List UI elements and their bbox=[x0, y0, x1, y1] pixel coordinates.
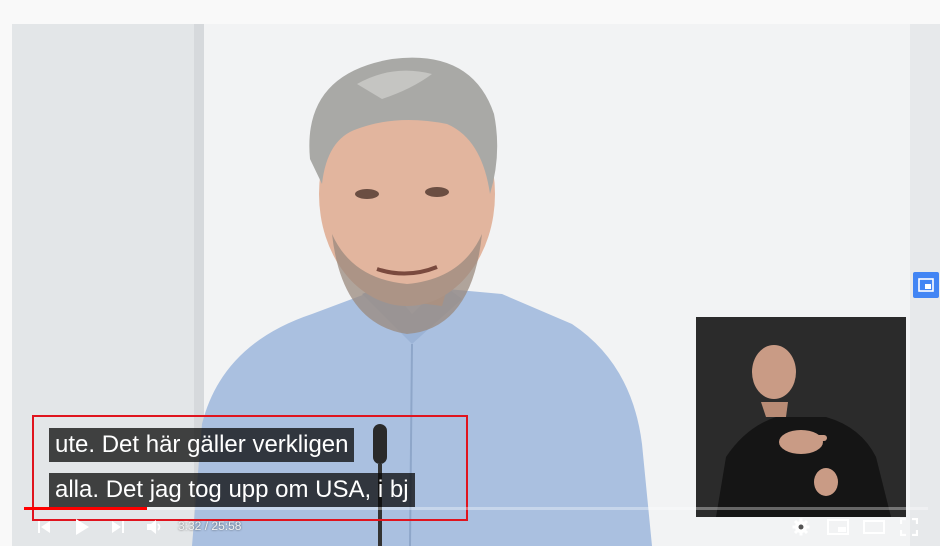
gear-icon bbox=[792, 518, 810, 536]
time-separator: / bbox=[204, 519, 209, 533]
page: ute. Det här gäller verkligen alla. Det … bbox=[0, 0, 940, 546]
screenshot-button[interactable] bbox=[913, 272, 939, 298]
progress-bar[interactable] bbox=[24, 507, 928, 510]
theater-mode-button[interactable] bbox=[862, 516, 886, 538]
theater-mode-icon bbox=[863, 520, 885, 534]
interpreter-figure bbox=[716, 345, 891, 517]
play-icon bbox=[76, 519, 89, 535]
skip-next-icon bbox=[112, 521, 124, 533]
previous-button[interactable] bbox=[34, 517, 54, 537]
caption-line-1: ute. Det här gäller verkligen bbox=[49, 428, 355, 462]
skip-previous-icon bbox=[38, 521, 50, 533]
miniplayer-button[interactable] bbox=[826, 516, 850, 538]
settings-button[interactable] bbox=[790, 516, 812, 538]
screenshot-icon bbox=[918, 278, 934, 292]
sign-language-interpreter bbox=[696, 317, 906, 517]
fullscreen-icon bbox=[900, 518, 918, 536]
volume-button[interactable] bbox=[144, 516, 166, 538]
time-display: 3:32 / 25:58 bbox=[178, 519, 241, 533]
caption-line-2: alla. Det jag tog upp om USA, i bj bbox=[49, 473, 415, 507]
volume-icon bbox=[147, 520, 161, 534]
duration: 25:58 bbox=[211, 519, 242, 533]
next-button[interactable] bbox=[108, 517, 128, 537]
fullscreen-button[interactable] bbox=[898, 516, 920, 538]
play-button[interactable] bbox=[70, 515, 94, 539]
progress-played bbox=[24, 507, 147, 510]
miniplayer-icon bbox=[827, 519, 849, 535]
current-time: 3:32 bbox=[178, 519, 202, 533]
